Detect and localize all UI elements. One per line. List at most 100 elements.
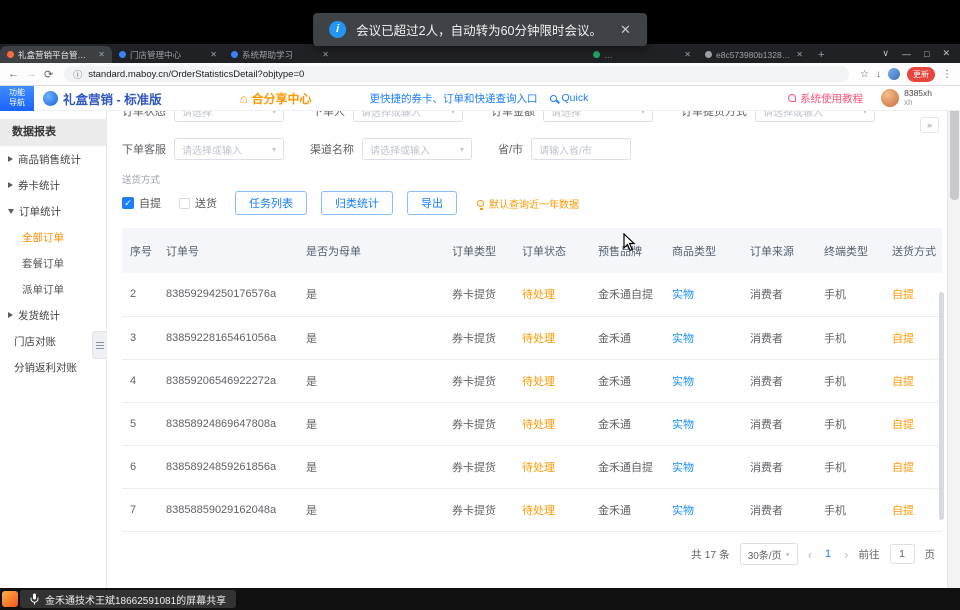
sidebar-item-3[interactable]: 订单统计 (0, 198, 106, 224)
pickup-method-select[interactable]: 请选择或输入 ▾ (755, 111, 875, 122)
cell-product_type[interactable]: 实物 (664, 402, 742, 445)
browser-update-button[interactable]: 更新 (907, 67, 935, 82)
share-center-label: 合分享中心 (251, 90, 311, 107)
tab-close-icon[interactable]: ✕ (322, 50, 329, 59)
sidebar-item-7[interactable]: 发货统计 (0, 302, 106, 328)
sidebar-item-label: 门店对账 (14, 334, 56, 349)
minimize-icon[interactable]: — (902, 49, 911, 59)
tab-list-icon[interactable]: ∨ (882, 48, 889, 59)
refresh-icon[interactable]: ⟳ (44, 68, 53, 81)
delivery-method-label: 送货方式 (122, 172, 947, 186)
page-number-button[interactable]: 1 (822, 548, 834, 560)
cell-delivery: 自提 (884, 488, 942, 531)
tab-close-icon[interactable]: ✕ (98, 50, 105, 59)
browser-tab-5[interactable]: e8c573980b1328a2586d2e6il ✕ (698, 46, 810, 63)
taskbar-app-icon[interactable] (2, 591, 18, 607)
tab-close-icon[interactable]: ✕ (684, 50, 691, 59)
chevron-down-icon: ▾ (863, 111, 867, 116)
brand-title[interactable]: 礼盒营销 - 标准版 (63, 89, 162, 108)
filter-order-agent: 下单客服 请选择或输入 ▾ (122, 138, 284, 160)
new-tab-button[interactable]: + (818, 49, 824, 61)
cell-delivery: 自提 (884, 359, 942, 402)
forward-icon[interactable]: → (26, 68, 37, 80)
cell-terminal: 手机 (816, 316, 884, 359)
checkbox-self-pickup[interactable]: 自提 (122, 195, 161, 211)
user-account[interactable]: 8385xh xh (881, 89, 932, 108)
cell-product_type[interactable]: 实物 (664, 445, 742, 488)
sidebar-item-9[interactable]: 分销返利对账 (0, 354, 106, 380)
column-header: 订单状态 (514, 228, 590, 273)
column-header: 是否为母单 (298, 228, 444, 273)
order-status-select[interactable]: 请选择 ▾ (174, 111, 284, 122)
maximize-icon[interactable]: □ (924, 49, 929, 59)
site-info-icon[interactable]: ⓘ (73, 68, 82, 81)
download-icon[interactable]: ↓ (876, 69, 881, 80)
quick-search[interactable]: Quick (550, 92, 588, 104)
cell-brand: 金禾通自提 (590, 445, 664, 488)
channel-name-select[interactable]: 请选择或输入 ▾ (362, 138, 472, 160)
chevron-down-icon: ▾ (451, 111, 455, 116)
cell-status: 待处理 (514, 445, 590, 488)
cell-product_type[interactable]: 实物 (664, 316, 742, 359)
toast-message: 会议已超过2人，自动转为60分钟限时会议。 (356, 20, 602, 39)
buyer-select[interactable]: 请选择或输入 ▾ (353, 111, 463, 122)
sidebar-item-6[interactable]: 派单订单 (0, 276, 106, 302)
bookmark-star-icon[interactable]: ☆ (860, 69, 869, 80)
page-scrollbar-thumb[interactable] (950, 108, 959, 200)
sidebar-item-8[interactable]: 门店对账 (0, 328, 106, 354)
browser-tab-2[interactable]: 门店管理中心 ✕ (112, 46, 224, 63)
export-button[interactable]: 导出 (407, 191, 457, 215)
url-field[interactable]: ⓘ standard.maboy.cn/OrderStatisticsDetai… (64, 66, 849, 82)
cell-terminal: 手机 (816, 359, 884, 402)
close-window-icon[interactable]: ✕ (942, 48, 950, 59)
browser-profile-avatar[interactable] (888, 68, 900, 80)
sidebar-item-1[interactable]: 商品销售统计 (0, 146, 106, 172)
order-agent-select[interactable]: 请选择或输入 ▾ (174, 138, 284, 160)
browser-tab-4[interactable]: … ✕ (586, 46, 698, 63)
category-stats-button[interactable]: 归类统计 (321, 191, 393, 215)
prev-page-button[interactable]: ‹ (808, 547, 812, 562)
next-page-button[interactable]: › (844, 547, 848, 562)
checkbox-delivery[interactable]: 送货 (179, 195, 217, 211)
cell-terminal: 手机 (816, 273, 884, 316)
sidebar-item-5[interactable]: 套餐订单 (0, 250, 106, 276)
table-row: 683858924859261856a是券卡提货待处理金禾通自提实物消费者手机自… (122, 445, 942, 488)
filter-collapse-button[interactable]: » (920, 117, 939, 133)
function-nav-button[interactable]: 功能 导航 (0, 86, 34, 111)
table-scrollbar-thumb[interactable] (939, 292, 944, 520)
sidebar-item-4[interactable]: 全部订单 (0, 224, 106, 250)
page-scrollbar[interactable] (947, 86, 960, 588)
task-list-button[interactable]: 任务列表 (235, 191, 307, 215)
cell-product_type[interactable]: 实物 (664, 488, 742, 531)
page-size-select[interactable]: 30条/页 ▾ (740, 543, 798, 565)
order-amount-select[interactable]: 请选择 ▾ (543, 111, 653, 122)
column-header: 送货方式 (884, 228, 942, 273)
share-status-pill[interactable]: 金禾通技术王斌18662591081的屏幕共享 (20, 590, 236, 608)
cell-product_type[interactable]: 实物 (664, 359, 742, 402)
sidebar-item-2[interactable]: 券卡统计 (0, 172, 106, 198)
chevron-down-icon: ▾ (272, 111, 276, 116)
sidebar-collapse-handle[interactable] (92, 331, 107, 359)
cell-product_type[interactable]: 实物 (664, 273, 742, 316)
filter-label: 渠道名称 (310, 141, 354, 157)
browser-tab-3[interactable]: 系统帮助学习 ✕ (224, 46, 336, 63)
browser-tab-1[interactable]: 礼盒营销平台管理中心 ✕ (0, 46, 112, 63)
close-icon[interactable]: ✕ (620, 22, 631, 38)
browser-menu-icon[interactable]: ⋮ (942, 69, 952, 80)
cell-order_no: 83858924869647808a (158, 402, 298, 445)
share-center-link[interactable]: ⌂ 合分享中心 (240, 90, 312, 107)
tab-close-icon[interactable]: ✕ (210, 50, 217, 59)
cell-source: 消费者 (742, 316, 816, 359)
cell-order_no: 83858924859261856a (158, 445, 298, 488)
province-city-input[interactable]: 请输入省/市 (531, 138, 631, 160)
back-icon[interactable]: ← (8, 68, 19, 80)
quick-entry-link[interactable]: 更快捷的券卡、订单和快递查询入口 (369, 91, 537, 106)
user-subname: xh (904, 98, 932, 107)
column-header: 终端类型 (816, 228, 884, 273)
cell-is_parent: 是 (298, 273, 444, 316)
user-meta: 8385xh xh (904, 89, 932, 108)
tutorial-link[interactable]: 系统使用教程 (788, 91, 863, 106)
tab-close-icon[interactable]: ✕ (796, 50, 803, 59)
goto-page-input[interactable]: 1 (890, 544, 915, 564)
cell-is_parent: 是 (298, 488, 444, 531)
